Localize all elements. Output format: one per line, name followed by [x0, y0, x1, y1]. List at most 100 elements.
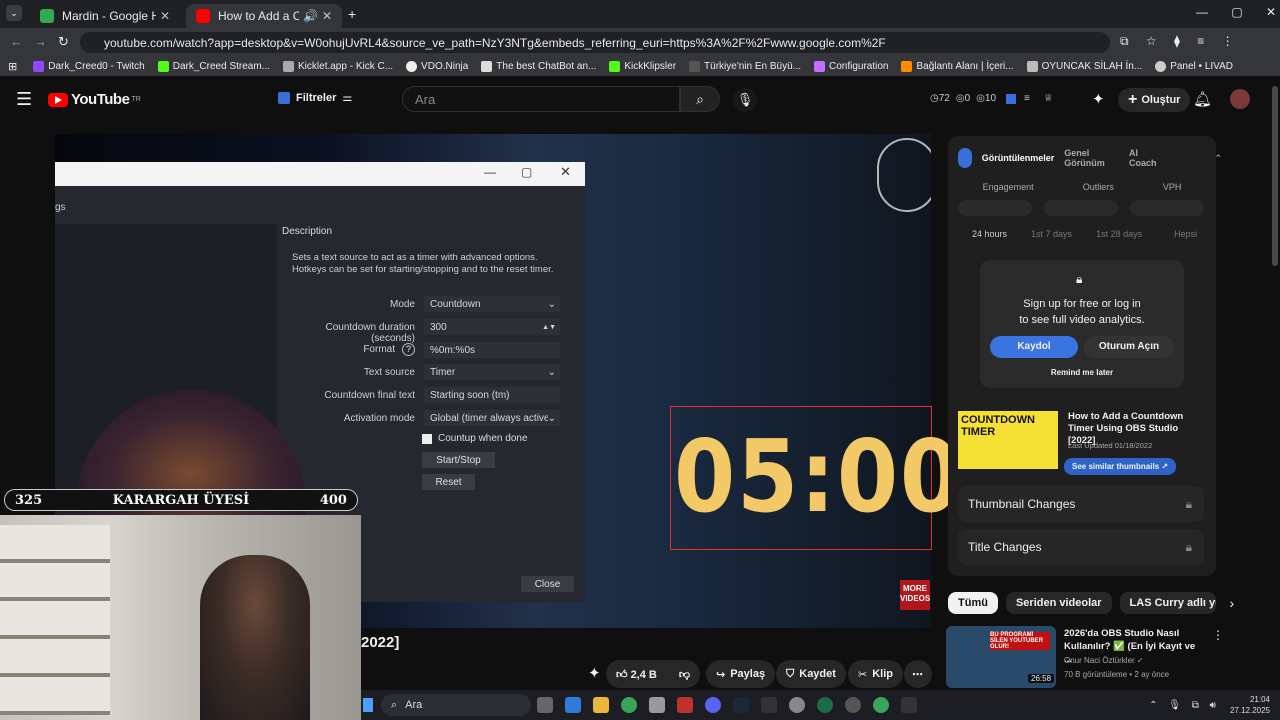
- chatgpt-icon[interactable]: [789, 697, 805, 713]
- like-button[interactable]: 👍︎ 2,4 B: [616, 668, 657, 681]
- tab-views[interactable]: Görüntülenmeler: [982, 153, 1055, 163]
- bookmark[interactable]: Dark_Creed0 - Twitch: [33, 61, 145, 72]
- store-icon[interactable]: [565, 697, 581, 713]
- filters-button[interactable]: Filtreler ⚌: [278, 91, 352, 104]
- clip-button[interactable]: ✂ Klip: [848, 660, 903, 688]
- chip-uploader[interactable]: LAS Curry adlı yükley: [1119, 592, 1216, 614]
- close-icon[interactable]: ✕: [322, 9, 332, 23]
- tab-youtube[interactable]: How to Add a Countdown 🔊 ✕: [186, 4, 342, 28]
- steam-icon[interactable]: [733, 697, 749, 713]
- range-28d[interactable]: 1st 28 days: [1096, 229, 1142, 239]
- close-icon[interactable]: ✕: [160, 9, 170, 23]
- activation-mode-select[interactable]: Global (timer always active) ⌄: [424, 410, 560, 426]
- tab-overview[interactable]: Genel Görünüm: [1064, 148, 1111, 168]
- chip-series[interactable]: Seriden videolar: [1005, 592, 1112, 614]
- similar-thumbnails-button[interactable]: See similar thumbnails ↗: [1064, 458, 1177, 475]
- bookmark[interactable]: VDO.Ninja: [406, 61, 468, 72]
- final-text-input[interactable]: Starting soon (tm): [424, 387, 560, 403]
- create-button[interactable]: + Oluştur: [1118, 88, 1191, 112]
- title-changes-card[interactable]: Title Changes 🔒︎: [958, 529, 1204, 565]
- search-input[interactable]: Ara: [402, 86, 680, 112]
- register-button[interactable]: Kaydol: [990, 336, 1078, 358]
- apps-icon[interactable]: ⊞: [8, 60, 17, 73]
- reset-button[interactable]: Reset: [422, 474, 475, 490]
- chevron-right-icon[interactable]: ›: [1230, 595, 1235, 611]
- dislike-button[interactable]: 👎︎: [679, 668, 690, 681]
- close-button[interactable]: Close: [521, 576, 574, 592]
- help-icon[interactable]: ?: [402, 343, 415, 356]
- start-icon[interactable]: [363, 698, 373, 712]
- avatar[interactable]: [1230, 89, 1250, 109]
- text-source-select[interactable]: Timer ⌄: [424, 364, 560, 380]
- page-scrollbar[interactable]: [1272, 86, 1278, 266]
- format-input[interactable]: %0m:%0s: [424, 342, 560, 358]
- epic-games-icon[interactable]: [901, 697, 917, 713]
- file-explorer-icon[interactable]: [593, 697, 609, 713]
- duration-stepper[interactable]: 300 ▲▼: [424, 319, 560, 335]
- menu-icon[interactable]: ☰: [16, 89, 32, 110]
- bookmark[interactable]: OYUNCAK SİLAH İn...: [1026, 61, 1142, 72]
- close-icon[interactable]: ✕: [560, 164, 571, 180]
- extension-icon[interactable]: ✦: [588, 664, 601, 682]
- more-actions-button[interactable]: ⋯: [904, 660, 932, 688]
- app-icon[interactable]: [677, 697, 693, 713]
- url-input[interactable]: youtube.com/watch?app=desktop&v=W0ohujUv…: [80, 32, 1110, 53]
- app-icon[interactable]: [817, 697, 833, 713]
- tab-ai-coach[interactable]: AI Coach: [1129, 148, 1157, 168]
- microphone-icon[interactable]: 🎙︎: [733, 88, 757, 112]
- taskbar-search[interactable]: ⌕ Ara: [381, 694, 531, 716]
- bookmark[interactable]: Panel • LIVAD: [1155, 61, 1233, 72]
- more-videos-badge[interactable]: MORE VIDEOS: [900, 580, 930, 610]
- system-tray-icons[interactable]: ⌃ 🎙︎ ⧉ 🔊︎: [1149, 700, 1216, 711]
- remind-later-link[interactable]: Remind me later: [980, 368, 1184, 377]
- thumbnail-changes-card[interactable]: Thumbnail Changes 🔒︎: [958, 486, 1204, 522]
- bookmark[interactable]: Dark_Creed Stream...: [157, 61, 270, 72]
- extension-icon[interactable]: ✦: [1092, 90, 1105, 108]
- checkbox-box[interactable]: [422, 433, 432, 444]
- new-tab-button[interactable]: +: [348, 6, 356, 22]
- rec-thumbnail[interactable]: BU PROGRAMI SİLEN YOUTUBER OLUR! 26:58: [946, 626, 1056, 688]
- bell-icon[interactable]: 🔔︎: [1193, 90, 1212, 108]
- bookmark[interactable]: KickKlipsler: [609, 61, 676, 72]
- epic-games-icon[interactable]: [761, 697, 777, 713]
- bookmark[interactable]: Bağlantı Alanı | İçeri...: [901, 61, 1014, 72]
- range-7d[interactable]: 1st 7 days: [1031, 229, 1072, 239]
- bookmark[interactable]: Configuration: [814, 61, 888, 72]
- rec-channel[interactable]: Onur Naci Öztürkler ✓: [1064, 656, 1144, 665]
- chrome-icon[interactable]: [873, 697, 889, 713]
- minimize-icon[interactable]: —: [484, 165, 496, 179]
- maximize-icon[interactable]: ▢: [521, 165, 532, 179]
- bookmark[interactable]: Türkiye'nin En Büyü...: [689, 61, 801, 72]
- tab-search-icon[interactable]: ⌄: [6, 5, 22, 21]
- bookmark[interactable]: Kicklet.app - Kick C...: [283, 61, 393, 72]
- chip-all[interactable]: Tümü: [948, 592, 998, 614]
- reload-icon[interactable]: ↻: [58, 34, 69, 50]
- share-button[interactable]: ↪ Paylaş: [706, 660, 776, 688]
- video-thumbnail[interactable]: COUNTDOWN TIMER: [958, 411, 1058, 469]
- login-button[interactable]: Oturum Açın: [1084, 336, 1174, 358]
- obs-icon[interactable]: [845, 697, 861, 713]
- chevron-up-icon[interactable]: ⌃: [1215, 153, 1223, 164]
- chrome-icon[interactable]: [621, 697, 637, 713]
- stepper-icon[interactable]: ▲▼: [542, 324, 556, 331]
- more-options-icon[interactable]: ⋮: [1212, 628, 1224, 642]
- app-icon[interactable]: [649, 697, 665, 713]
- countup-checkbox[interactable]: Countup when done: [422, 433, 528, 444]
- save-button[interactable]: ⛉ Kaydet: [776, 660, 846, 688]
- vidiq-stats[interactable]: ◷ 72 ◎ 0 ◎ 10 ≡ ♕: [930, 93, 1053, 104]
- discord-icon[interactable]: [705, 697, 721, 713]
- forward-icon[interactable]: →: [34, 34, 47, 49]
- range-24h[interactable]: 24 hours: [972, 229, 1007, 239]
- clock[interactable]: 21:04 27.12.2025: [1230, 694, 1270, 716]
- task-view-icon[interactable]: [537, 697, 553, 713]
- youtube-logo[interactable]: YouTube TR: [48, 91, 141, 108]
- speaker-icon[interactable]: 🔊: [303, 9, 318, 23]
- window-controls[interactable]: — ▢ ✕: [1196, 5, 1276, 19]
- search-button[interactable]: ⌕: [680, 86, 720, 112]
- range-all[interactable]: Hepsi: [1174, 229, 1197, 239]
- tab-maps[interactable]: Mardin - Google Haritalar ✕: [30, 4, 180, 28]
- back-icon[interactable]: ←: [10, 34, 23, 49]
- toolbar-icons[interactable]: ⧉ ☆ ⧫ ≡ ⋮: [1120, 34, 1234, 49]
- mode-select[interactable]: Countdown ⌄: [424, 296, 560, 312]
- bookmark[interactable]: The best ChatBot an...: [481, 61, 596, 72]
